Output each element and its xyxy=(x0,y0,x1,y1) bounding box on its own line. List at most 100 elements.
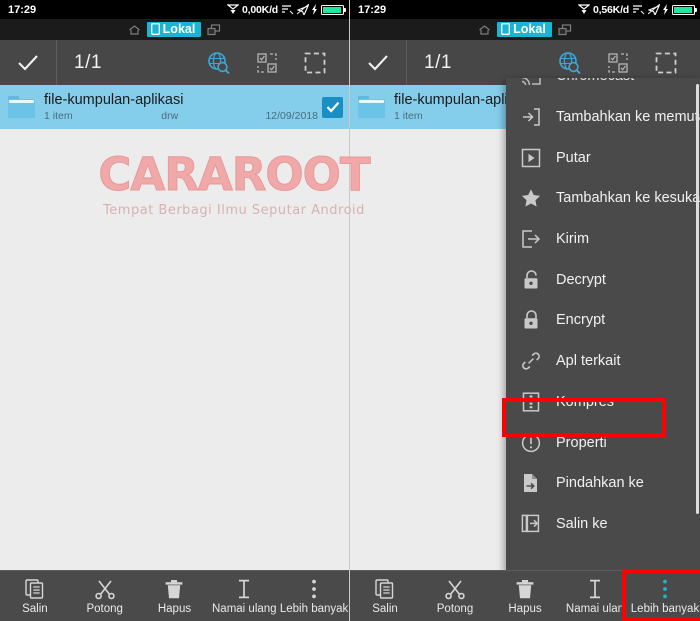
overflow-dots-icon xyxy=(312,579,316,598)
home-icon[interactable] xyxy=(478,24,491,36)
menu-item-label: Kompres xyxy=(556,393,615,410)
menu-item-decrypt[interactable]: Decrypt xyxy=(506,259,700,300)
signal-icon xyxy=(632,4,645,15)
charging-bolt-icon xyxy=(663,4,669,15)
tab-lokal-label: Lokal xyxy=(162,21,196,36)
scissors-icon xyxy=(445,580,465,599)
bottom-action-label: Salin xyxy=(22,602,48,615)
selection-count: 1/1 xyxy=(424,51,452,73)
bottom-action-label: Lebih banyak xyxy=(279,602,349,615)
menu-item-kirim[interactable]: Kirim xyxy=(506,219,700,260)
folder-icon xyxy=(358,96,385,118)
bottom-action-potong[interactable]: Potong xyxy=(70,571,140,621)
menu-item-label: Kirim xyxy=(556,231,590,248)
trash-icon xyxy=(166,579,183,598)
scissors-icon xyxy=(94,580,115,599)
menu-item-pindahkan-ke[interactable]: Pindahkan ke xyxy=(506,463,700,504)
bottom-action-label: Namai ulan xyxy=(565,602,625,615)
charging-bolt-icon xyxy=(312,4,318,15)
text-cursor-icon xyxy=(239,579,250,598)
tab-lokal-label: Lokal xyxy=(513,21,546,36)
menu-item-encrypt[interactable]: Encrypt xyxy=(506,300,700,341)
status-bar: 17:29 0,56K/d xyxy=(350,0,700,19)
bottom-action-bar: Salin Potong Hapus Namai ulan Lebih bany… xyxy=(350,570,700,621)
menu-item-salin-ke[interactable]: Salin ke xyxy=(506,504,700,545)
download-rate-icon xyxy=(227,4,240,15)
trash-icon xyxy=(516,579,534,598)
file-date: 12/09/2018 xyxy=(265,109,318,122)
bottom-action-namai-ulang[interactable]: Namai ulang xyxy=(209,571,279,621)
menu-item-label: Apl terkait xyxy=(556,353,621,370)
menu-item-properti[interactable]: Properti xyxy=(506,422,700,463)
battery-icon xyxy=(672,4,697,15)
select-all-icon[interactable] xyxy=(291,40,339,85)
globe-search-icon[interactable] xyxy=(195,40,243,85)
lock-icon xyxy=(521,310,541,330)
bottom-action-lebih-banyak[interactable]: Lebih banyak xyxy=(279,571,349,621)
panel-left: 17:29 0,00K/d Lokal 1/1 file-kumpulan-ap… xyxy=(0,0,350,621)
bottom-action-potong[interactable]: Potong xyxy=(420,571,490,621)
file-list-empty-area xyxy=(0,129,349,570)
menu-item-putar[interactable]: Putar xyxy=(506,137,700,178)
file-checkbox[interactable] xyxy=(322,96,343,118)
menu-item-label: Decrypt xyxy=(556,271,606,288)
dual-screenshot-comparison: 17:29 0,00K/d Lokal 1/1 file-kumpulan-ap… xyxy=(0,0,700,621)
send-icon xyxy=(521,229,541,249)
bottom-action-salin[interactable]: Salin xyxy=(350,571,420,621)
location-tab-bar: Lokal xyxy=(350,19,700,40)
check-icon[interactable] xyxy=(0,40,57,85)
bottom-action-label: Potong xyxy=(436,602,474,615)
menu-item-label: Pindahkan ke xyxy=(556,475,644,492)
status-clock: 17:29 xyxy=(8,3,37,16)
home-icon[interactable] xyxy=(128,24,141,36)
signal-icon xyxy=(281,4,294,15)
file-item-count: 1 item xyxy=(44,109,73,122)
panel-right: 17:29 0,56K/d Lokal 1/1 file-kumpulan-ap… xyxy=(350,0,700,621)
menu-item-label: Encrypt xyxy=(556,312,606,329)
bottom-action-salin[interactable]: Salin xyxy=(0,571,70,621)
menu-item-label: Chromecast xyxy=(556,78,634,84)
menu-item-label: Salin ke xyxy=(556,515,608,532)
battery-icon xyxy=(321,4,346,15)
file-name: file-kumpulan-aplikasi xyxy=(44,91,184,108)
text-cursor-icon xyxy=(590,579,600,598)
status-bar: 17:29 0,00K/d xyxy=(0,0,349,19)
play-icon xyxy=(521,148,541,168)
add-queue-icon xyxy=(521,107,541,127)
menu-item-apl-terkait[interactable]: Apl terkait xyxy=(506,341,700,382)
airplane-icon xyxy=(297,4,309,15)
unlock-icon xyxy=(521,269,541,290)
bottom-action-label: Hapus xyxy=(157,602,192,615)
menu-item-label: Tambahkan ke memutar xyxy=(556,109,700,126)
bottom-action-namai-ulang[interactable]: Namai ulan xyxy=(560,571,630,621)
network-icon[interactable] xyxy=(558,23,572,36)
bottom-action-label: Hapus xyxy=(508,602,542,615)
bottom-action-label: Salin xyxy=(372,602,398,615)
overflow-menu: Chromecast Tambahkan ke memutar Putar Ta… xyxy=(506,78,700,573)
menu-item-tambahkan-ke-memutar[interactable]: Tambahkan ke memutar xyxy=(506,97,700,138)
tab-lokal[interactable]: Lokal xyxy=(497,21,552,38)
bottom-action-bar: Salin Potong Hapus Namai ulang Lebih ban… xyxy=(0,570,349,621)
copy-icon xyxy=(375,578,394,599)
airplane-icon xyxy=(648,4,660,15)
menu-item-tambahkan-ke-kesukaan[interactable]: Tambahkan ke kesukaan xyxy=(506,178,700,219)
copy-icon xyxy=(25,578,44,599)
move-file-icon xyxy=(521,473,541,493)
bottom-action-lebih-banyak[interactable]: Lebih banyak xyxy=(630,571,700,621)
tab-lokal[interactable]: Lokal xyxy=(146,21,202,38)
bottom-action-label: Lebih banyak xyxy=(630,602,700,615)
bottom-action-label: Potong xyxy=(86,602,123,615)
bottom-action-hapus[interactable]: Hapus xyxy=(490,571,560,621)
menu-scrollbar[interactable] xyxy=(696,84,699,514)
menu-item-chromecast[interactable]: Chromecast xyxy=(506,78,700,97)
menu-item-kompres[interactable]: Kompres xyxy=(506,382,700,423)
check-icon[interactable] xyxy=(350,40,407,85)
bottom-action-hapus[interactable]: Hapus xyxy=(140,571,210,621)
star-icon xyxy=(521,188,541,208)
location-tab-bar: Lokal xyxy=(0,19,349,40)
menu-item-label: Putar xyxy=(556,149,591,166)
select-toggle-icon[interactable] xyxy=(243,40,291,85)
network-icon[interactable] xyxy=(207,23,221,36)
info-icon xyxy=(521,433,541,453)
file-list-item[interactable]: file-kumpulan-aplikasi 1 item drw 12/09/… xyxy=(0,85,349,129)
